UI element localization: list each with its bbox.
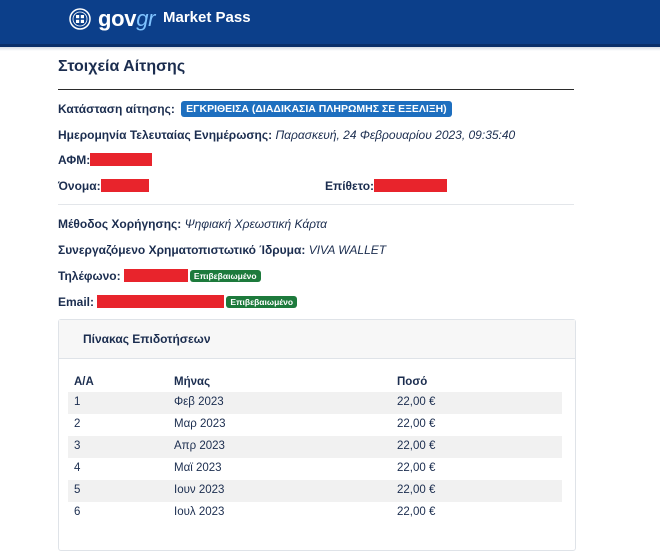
table-row: 4 Μαϊ 2023 22,00 € — [68, 458, 562, 480]
row-month: Μαρ 2023 — [174, 418, 226, 430]
afm-redacted — [90, 153, 153, 166]
phone-verified-badge: Επιβεβαιωμένο — [189, 270, 261, 282]
bank-value: VIVA WALLET — [308, 243, 387, 257]
afm-row: ΑΦΜ: — [58, 153, 153, 167]
updated-row: Ημερομηνία Τελευταίας Ενημέρωσης: Παρασκ… — [58, 128, 515, 142]
table-row: 3 Απρ 2023 22,00 € — [68, 436, 562, 458]
app-title[interactable]: Market Pass — [163, 9, 251, 26]
updated-label: Ημερομηνία Τελευταίας Ενημέρωσης: — [58, 128, 273, 142]
email-redacted — [97, 295, 225, 308]
email-verified-badge: Επιβεβαιωμένο — [226, 296, 298, 308]
table-row: 2 Μαρ 2023 22,00 € — [68, 414, 562, 436]
row-index: 6 — [74, 506, 81, 518]
name-redacted — [100, 179, 149, 192]
top-header: govgr Market Pass — [0, 0, 660, 47]
table-row: 6 Ιουλ 2023 22,00 € — [68, 502, 562, 524]
updated-value: Παρασκευή, 24 Φεβρουαρίου 2023, 09:35:40 — [275, 128, 516, 142]
status-row: Κατάσταση αίτησης: ΕΓΚΡΙΘΕΙΣΑ (ΔΙΑΔΙΚΑΣΙ… — [58, 101, 452, 117]
row-month: Ιουν 2023 — [174, 484, 225, 496]
row-amount: 22,00 € — [397, 396, 436, 408]
greek-emblem-icon — [69, 8, 91, 30]
email-row: Email: Επιβεβαιωμένο — [58, 295, 298, 309]
row-amount: 22,00 € — [397, 506, 436, 518]
surname-label: Επίθετο: — [325, 179, 375, 193]
page-title: Στοιχεία Αίτησης — [58, 58, 186, 75]
table-row: 1 Φεβ 2023 22,00 € — [68, 392, 562, 414]
row-month: Ιουλ 2023 — [174, 506, 225, 518]
status-badge: ΕΓΚΡΙΘΕΙΣΑ (ΔΙΑΔΙΚΑΣΙΑ ΠΛΗΡΩΜΗΣ ΣΕ ΕΞΕΛΙ… — [181, 101, 452, 117]
row-month: Μαϊ 2023 — [174, 462, 222, 474]
header-shadow — [0, 47, 660, 51]
row-index: 4 — [74, 462, 81, 474]
surname-row: Επίθετο: — [325, 179, 448, 193]
title-divider — [58, 89, 574, 90]
phone-label: Τηλέφωνο: — [58, 269, 121, 283]
phone-redacted — [123, 269, 188, 282]
subsidies-card-header: Πίνακας Επιδοτήσεων — [59, 320, 575, 359]
surname-redacted — [374, 179, 448, 192]
table-row: 5 Ιουν 2023 22,00 € — [68, 480, 562, 502]
row-amount: 22,00 € — [397, 418, 436, 430]
bank-row: Συνεργαζόμενο Χρηματοπιστωτικό Ίδρυμα: V… — [58, 243, 386, 257]
row-amount: 22,00 € — [397, 462, 436, 474]
col-index-header: Α/Α — [74, 376, 94, 388]
phone-row: Τηλέφωνο: Επιβεβαιωμένο — [58, 269, 261, 283]
row-index: 1 — [74, 396, 81, 408]
col-month-header: Μήνας — [174, 376, 211, 388]
row-amount: 22,00 € — [397, 484, 436, 496]
row-month: Απρ 2023 — [174, 440, 225, 452]
subsidies-card: Πίνακας Επιδοτήσεων Α/Α Μήνας Ποσό 1 Φεβ… — [58, 319, 576, 551]
subsidies-title: Πίνακας Επιδοτήσεων — [83, 332, 211, 346]
govgr-logo[interactable]: govgr — [98, 6, 155, 32]
row-month: Φεβ 2023 — [174, 396, 224, 408]
email-label: Email: — [58, 295, 95, 309]
name-label: Όνομα: — [58, 179, 101, 193]
table-header-row: Α/Α Μήνας Ποσό — [68, 372, 562, 392]
afm-label: ΑΦΜ: — [58, 153, 91, 167]
row-index: 2 — [74, 418, 81, 430]
method-row: Μέθοδος Χορήγησης: Ψηφιακή Χρεωστική Κάρ… — [58, 217, 327, 231]
row-index: 3 — [74, 440, 81, 452]
col-amount-header: Ποσό — [397, 376, 428, 388]
section-divider — [58, 204, 574, 205]
bank-label: Συνεργαζόμενο Χρηματοπιστωτικό Ίδρυμα: — [58, 243, 306, 257]
row-index: 5 — [74, 484, 81, 496]
name-row: Όνομα: — [58, 179, 149, 193]
row-amount: 22,00 € — [397, 440, 436, 452]
method-value: Ψηφιακή Χρεωστική Κάρτα — [184, 217, 327, 231]
status-label: Κατάσταση αίτησης: — [58, 102, 175, 116]
method-label: Μέθοδος Χορήγησης: — [58, 217, 182, 231]
